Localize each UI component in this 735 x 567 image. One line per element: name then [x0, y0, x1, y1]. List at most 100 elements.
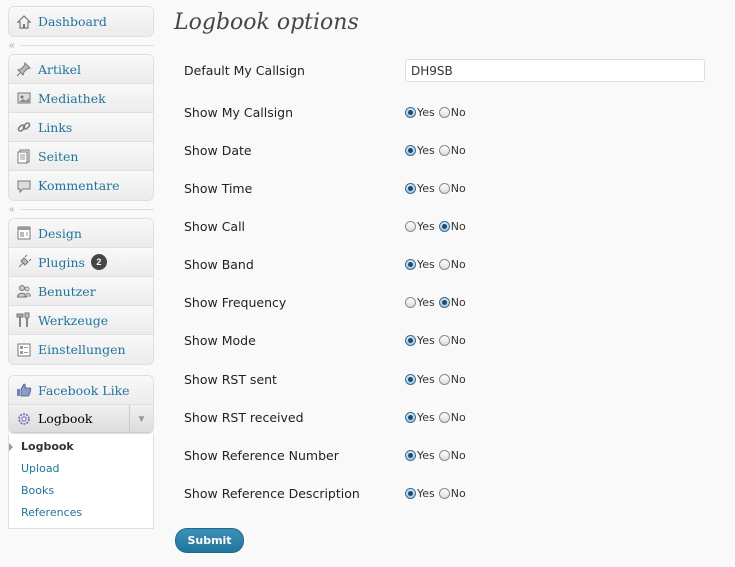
submenu-item-references[interactable]: References [9, 502, 153, 524]
radio-yes[interactable] [405, 411, 416, 423]
radio-yes-label: Yes [417, 448, 435, 462]
callsign-label: Default My Callsign [184, 62, 305, 78]
yes-no-radio-group: Yes No [405, 220, 470, 233]
radio-yes[interactable] [405, 449, 416, 461]
radio-yes[interactable] [405, 182, 416, 194]
radio-yes[interactable] [405, 106, 416, 118]
callsign-input[interactable] [405, 59, 705, 82]
collapse-icon[interactable]: « [9, 204, 15, 215]
submenu-item-upload[interactable]: Upload [9, 458, 153, 480]
sidebar-item-label: Benutzer [38, 283, 96, 299]
radio-no-label: No [450, 181, 466, 195]
option-row: Show Reference Description Yes No [184, 483, 735, 503]
page-title: Logbook options [174, 10, 359, 35]
radio-no[interactable] [438, 258, 450, 270]
radio-yes[interactable] [405, 258, 416, 270]
yes-no-radio-group: Yes No [405, 296, 470, 309]
radio-yes[interactable] [405, 373, 416, 385]
yes-no-radio-group: Yes No [405, 106, 470, 119]
radio-yes-label: Yes [417, 219, 435, 233]
option-row: Show Time Yes No [184, 178, 735, 198]
radio-no[interactable] [438, 182, 450, 194]
radio-no[interactable] [438, 106, 450, 118]
option-label: Show Frequency [184, 294, 287, 310]
sidebar-item-links[interactable]: Links [9, 113, 153, 142]
sidebar-item-artikel[interactable]: Artikel [9, 55, 153, 84]
option-label: Show My Callsign [184, 104, 294, 120]
sidebar-item-mediathek[interactable]: Mediathek [9, 84, 153, 113]
collapse-icon[interactable]: « [9, 40, 15, 51]
yes-no-radio-group: Yes No [405, 182, 470, 195]
yes-no-radio-group: Yes No [405, 449, 470, 462]
design-icon [14, 223, 34, 243]
radio-yes-label: Yes [417, 105, 435, 119]
radio-no[interactable] [438, 334, 450, 346]
yes-no-radio-group: Yes No [405, 334, 470, 347]
yes-no-radio-group: Yes No [405, 411, 470, 424]
option-row: Show Call Yes No [184, 216, 735, 236]
menu-group-dashboard: Dashboard [8, 6, 154, 37]
sidebar-item-design[interactable]: Design [9, 219, 153, 248]
link-icon [14, 117, 34, 137]
gear-icon [14, 409, 34, 429]
yes-no-radio-group: Yes No [405, 144, 470, 157]
settings-icon [14, 340, 34, 360]
sidebar-item-label: Design [38, 225, 82, 241]
radio-no[interactable] [438, 411, 450, 423]
menu-group-admin: Design Plugins 2 Benutzer Werkzeuge Eins… [8, 218, 154, 365]
radio-no-label: No [450, 295, 466, 309]
radio-yes-label: Yes [417, 143, 435, 157]
radio-yes[interactable] [405, 296, 416, 308]
yes-no-radio-group: Yes No [405, 487, 470, 500]
radio-yes-label: Yes [417, 257, 435, 271]
radio-yes[interactable] [405, 334, 416, 346]
radio-no[interactable] [438, 296, 450, 308]
submenu-item-logbook[interactable]: Logbook [9, 436, 153, 458]
submit-button[interactable]: Submit [175, 528, 244, 553]
radio-no[interactable] [438, 373, 450, 385]
radio-no[interactable] [438, 487, 450, 499]
dashboard-icon [14, 12, 34, 32]
sidebar-item-plugins[interactable]: Plugins 2 [9, 248, 153, 277]
radio-yes[interactable] [405, 487, 416, 499]
users-icon [14, 281, 34, 301]
menu-separator: « [8, 37, 154, 54]
comment-icon [14, 176, 34, 196]
update-count-badge: 2 [90, 254, 107, 270]
sidebar-item-label: Einstellungen [38, 342, 126, 357]
radio-yes[interactable] [405, 220, 416, 232]
option-row: Show RST received Yes No [184, 407, 735, 427]
option-label: Show Call [184, 218, 246, 234]
sidebar-item-seiten[interactable]: Seiten [9, 142, 153, 171]
submenu-toggle-icon[interactable]: ▼ [129, 405, 153, 433]
sidebar-item-werkzeuge[interactable]: Werkzeuge [9, 306, 153, 335]
sidebar-item-logbook[interactable]: Logbook ▼ [9, 405, 153, 433]
option-row: Show Band Yes No [184, 254, 735, 274]
sidebar-item-facebook-like[interactable]: Facebook Like [9, 376, 153, 405]
thumbs-up-icon [14, 380, 34, 400]
sidebar-item-label: Werkzeuge [38, 312, 109, 328]
sidebar-item-label: Logbook [38, 411, 93, 426]
radio-no-label: No [450, 372, 466, 386]
radio-no[interactable] [438, 220, 450, 232]
sidebar-item-einstellungen[interactable]: Einstellungen [9, 335, 153, 364]
radio-no-label: No [450, 448, 466, 462]
radio-no-label: No [450, 257, 466, 271]
option-label: Show Time [184, 180, 253, 196]
option-row: Show Reference Number Yes No [184, 445, 735, 465]
submenu-item-books[interactable]: Books [9, 480, 153, 502]
option-label: Show RST sent [184, 371, 277, 387]
radio-no[interactable] [438, 144, 450, 156]
sidebar-item-label: Artikel [38, 61, 81, 77]
option-row: Show My Callsign Yes No [184, 102, 735, 122]
radio-no[interactable] [438, 449, 450, 461]
radio-yes-label: Yes [417, 333, 435, 347]
sidebar-item-benutzer[interactable]: Benutzer [9, 277, 153, 306]
radio-yes-label: Yes [417, 372, 435, 386]
sidebar-item-label: Facebook Like [38, 382, 130, 398]
sidebar-item-kommentare[interactable]: Kommentare [9, 171, 153, 200]
radio-yes[interactable] [405, 144, 416, 156]
sidebar-item-dashboard[interactable]: Dashboard [9, 7, 153, 36]
yes-no-radio-group: Yes No [405, 373, 470, 386]
option-label: Show RST received [184, 409, 304, 425]
